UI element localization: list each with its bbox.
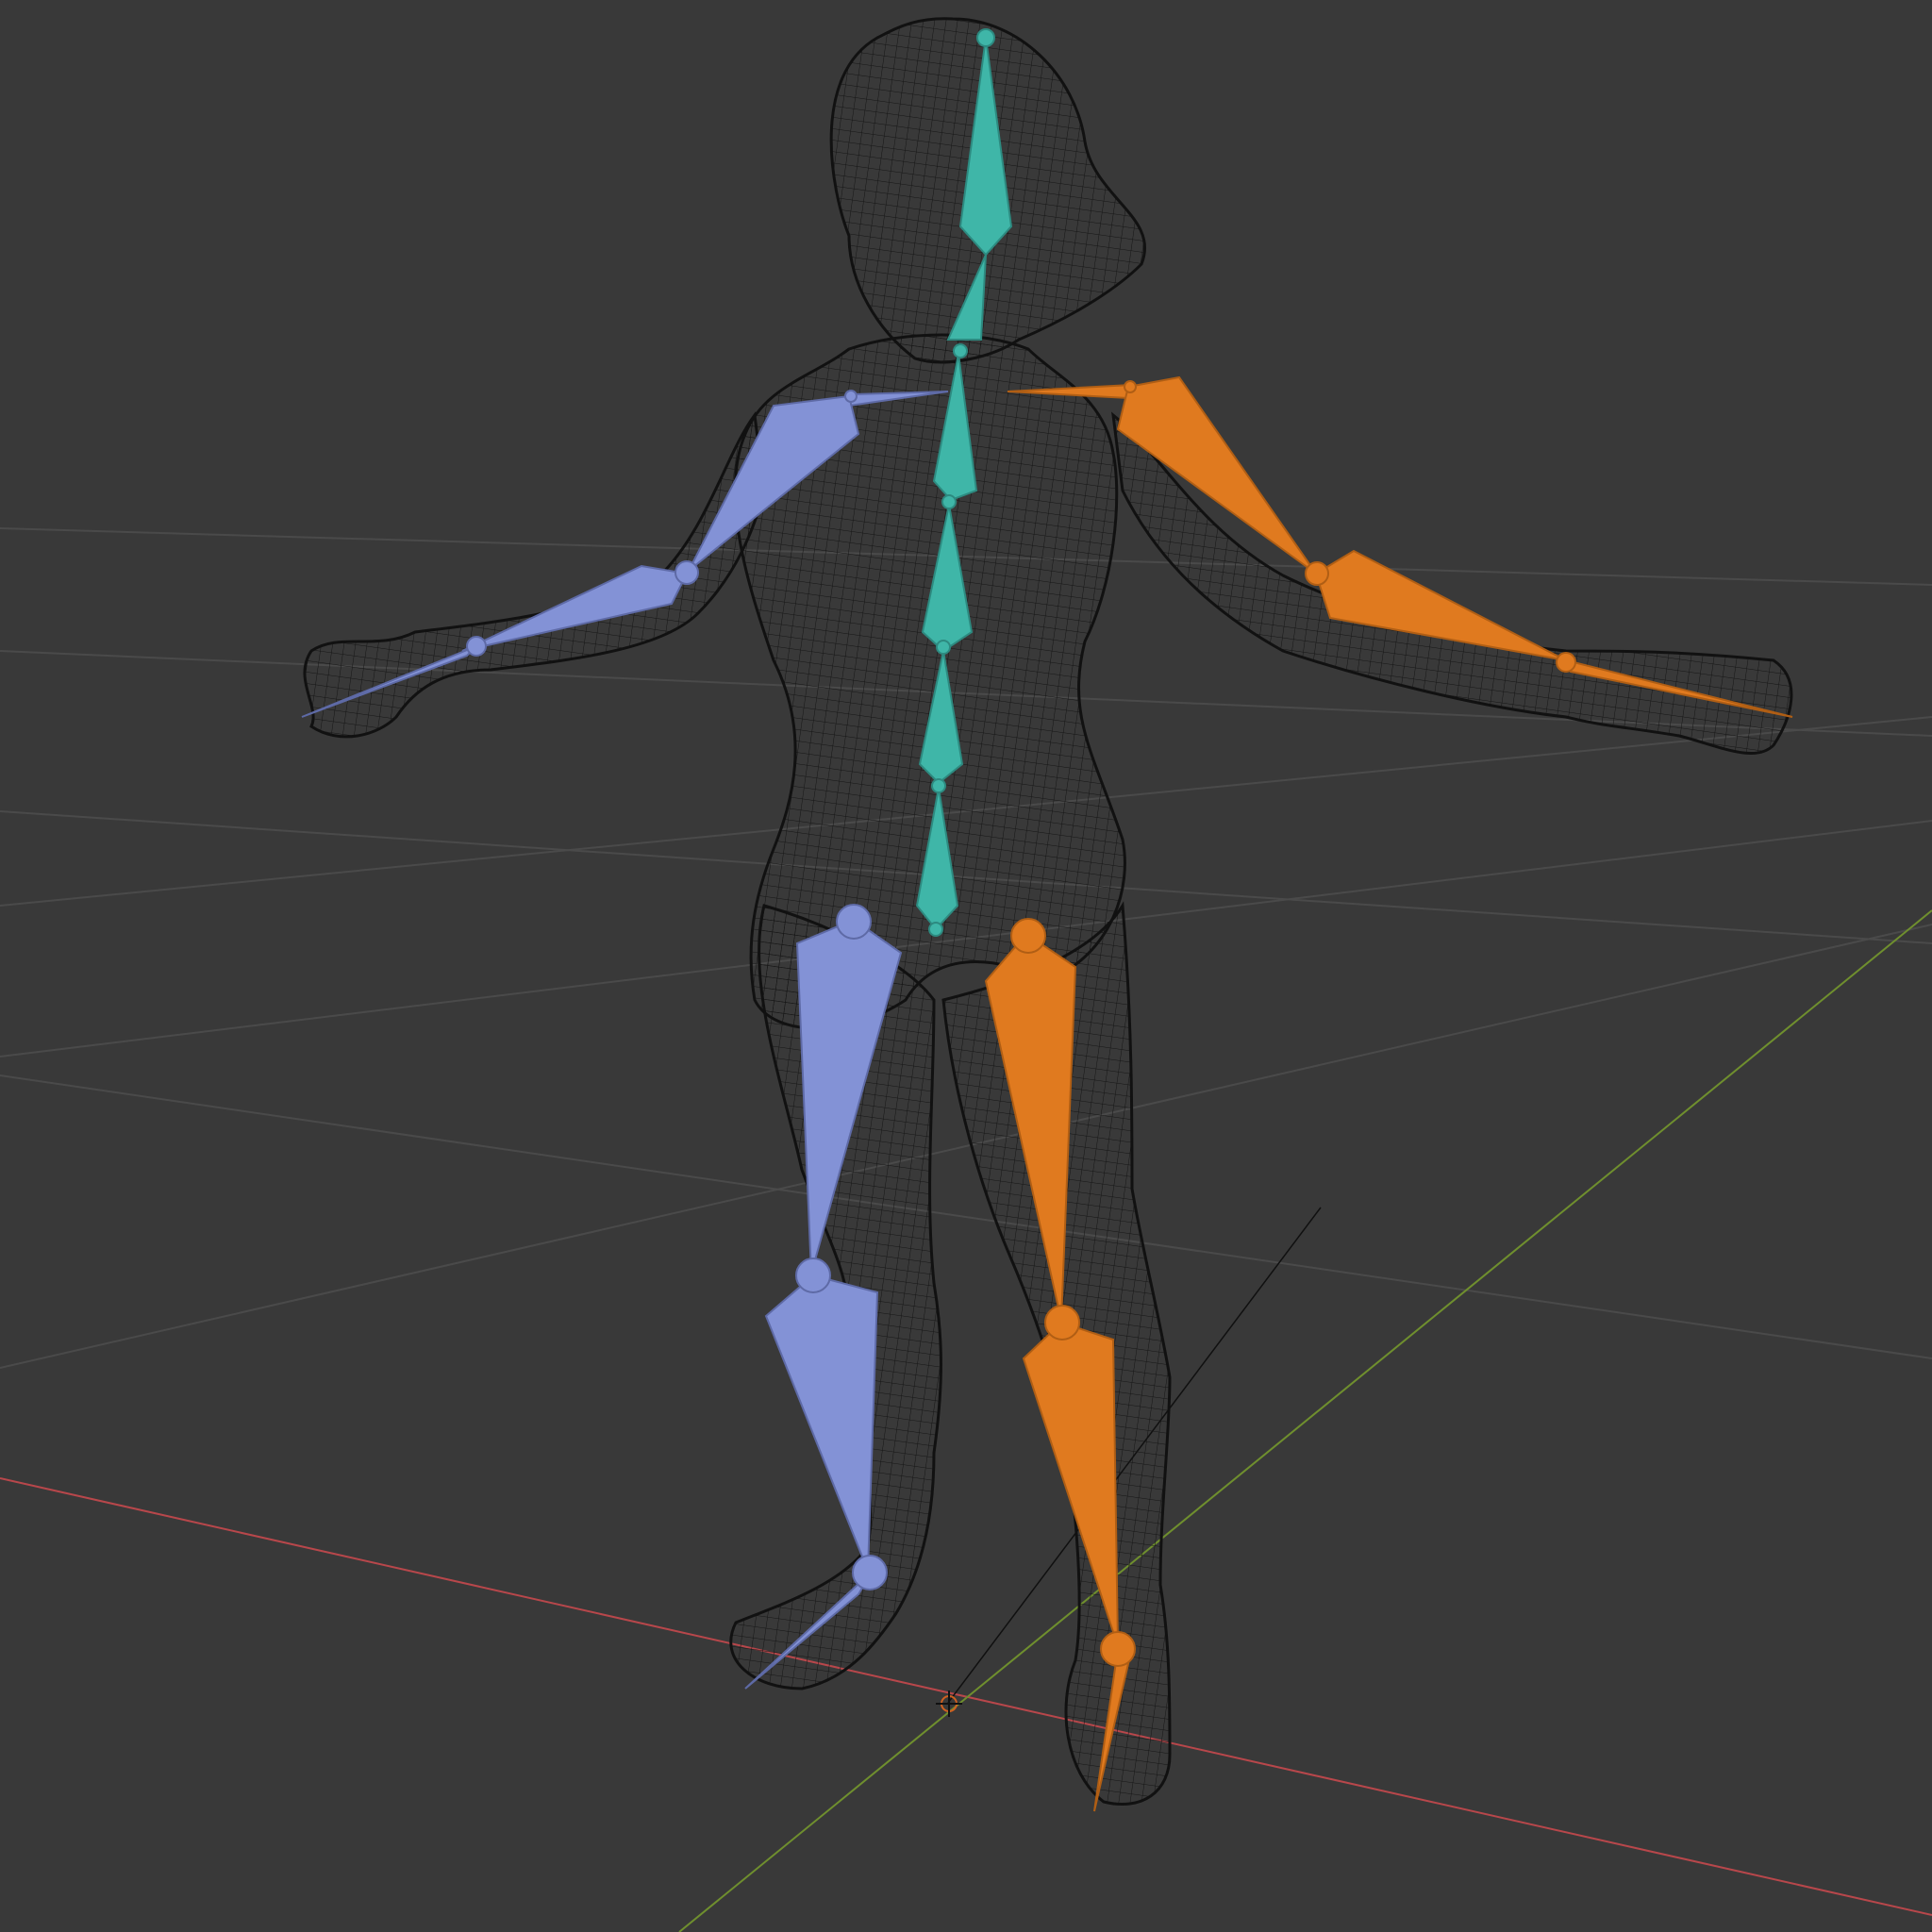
joint-wrist-l[interactable] — [466, 636, 487, 657]
x-axis-line — [0, 1477, 1932, 1916]
joint-ankle-r[interactable] — [1100, 1631, 1136, 1667]
joint-ankle-l[interactable] — [852, 1555, 888, 1591]
joint-knee-r[interactable] — [1044, 1305, 1080, 1341]
joint-wrist-r[interactable] — [1556, 652, 1576, 673]
3d-viewport[interactable] — [0, 0, 1932, 1932]
joint-chest[interactable] — [941, 494, 957, 509]
joint-shoulder-l[interactable] — [844, 390, 858, 403]
joint-hip-l[interactable] — [836, 904, 872, 940]
joint-waist[interactable] — [931, 778, 946, 793]
joint-elbow-r[interactable] — [1305, 561, 1329, 586]
viewport-scene[interactable] — [0, 0, 1932, 1932]
bone-shin-l[interactable] — [764, 1274, 879, 1572]
joint-elbow-l[interactable] — [675, 560, 699, 585]
joint-neck[interactable] — [953, 343, 968, 358]
joint-knee-l[interactable] — [795, 1257, 831, 1293]
bone-shin-r[interactable] — [1022, 1321, 1119, 1647]
joint-shoulder-r[interactable] — [1124, 380, 1137, 393]
joint-spine[interactable] — [936, 640, 951, 655]
joint-pelvis[interactable] — [928, 922, 943, 937]
wireframe-mesh[interactable] — [303, 17, 1793, 1807]
joint-head-top[interactable] — [976, 28, 995, 47]
joint-hip-r[interactable] — [1010, 918, 1046, 954]
